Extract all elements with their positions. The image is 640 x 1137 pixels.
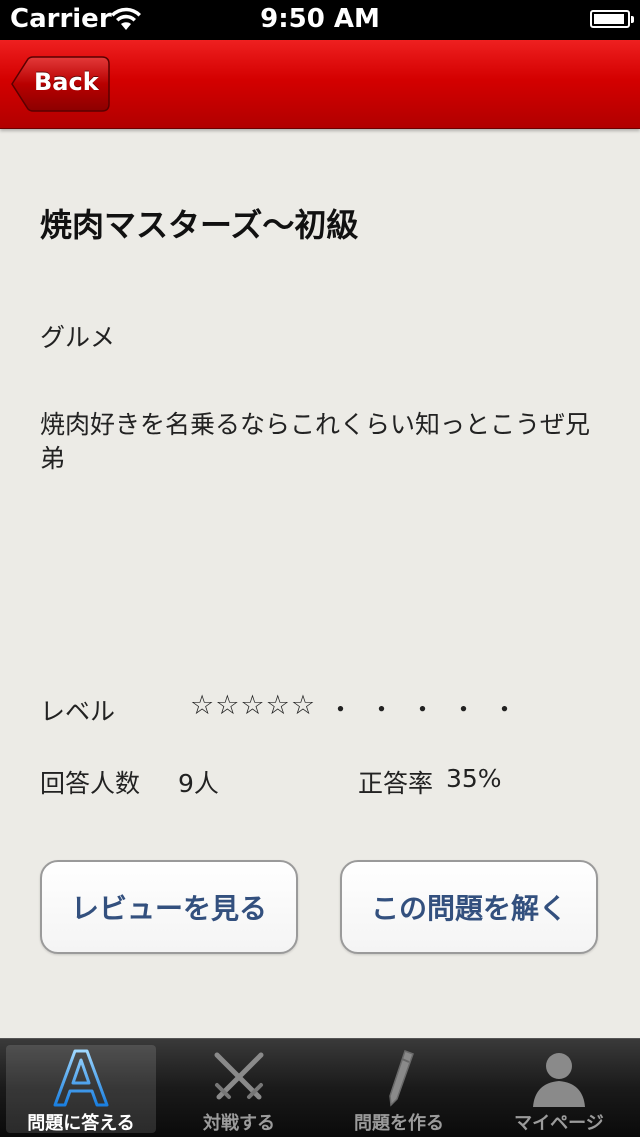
person-icon xyxy=(533,1053,585,1107)
navigation-bar: Back xyxy=(0,40,640,129)
battery-icon xyxy=(590,10,634,28)
pencil-icon xyxy=(389,1050,414,1107)
tab-create-question[interactable]: 問題を作る xyxy=(324,1045,474,1134)
status-bar: Carrier 9:50 AM xyxy=(0,0,640,40)
crossed-swords-icon xyxy=(214,1052,264,1100)
clock: 9:50 AM xyxy=(260,4,380,34)
tab-label: 問題を作る xyxy=(354,1113,444,1134)
tab-label: マイページ xyxy=(514,1113,604,1134)
level-dots: ・・・・・ xyxy=(328,695,534,724)
tab-label: 対戦する xyxy=(203,1113,275,1134)
tab-battle[interactable]: 対戦する xyxy=(164,1045,314,1134)
correct-rate-value: 35% xyxy=(446,764,502,793)
answer-count-value: 9人 xyxy=(178,769,219,798)
letter-a-icon xyxy=(53,1049,109,1107)
quiz-title: 焼肉マスターズ〜初級 xyxy=(40,206,359,244)
tab-label: 問題に答える xyxy=(27,1113,135,1134)
quiz-category: グルメ xyxy=(40,323,116,352)
level-label: レベル xyxy=(40,697,116,726)
tab-my-page[interactable]: マイページ xyxy=(484,1045,634,1134)
quiz-description: 焼肉好きを名乗るならこれくらい知っとこうぜ兄弟 xyxy=(40,410,591,473)
correct-rate-label: 正答率 xyxy=(358,769,434,798)
answer-count-label: 回答人数 xyxy=(40,769,141,798)
tab-answer-questions[interactable]: 問題に答える xyxy=(6,1045,156,1134)
back-button-label: Back xyxy=(34,68,99,96)
view-reviews-button[interactable]: レビューを見る xyxy=(40,860,298,954)
back-button[interactable]: Back xyxy=(10,56,110,112)
level-stars: ☆☆☆☆☆ xyxy=(190,690,317,721)
tab-bar: 問題に答える 対戦する 問題を作る マイページ xyxy=(0,1038,640,1137)
solve-quiz-button[interactable]: この問題を解く xyxy=(340,860,598,954)
